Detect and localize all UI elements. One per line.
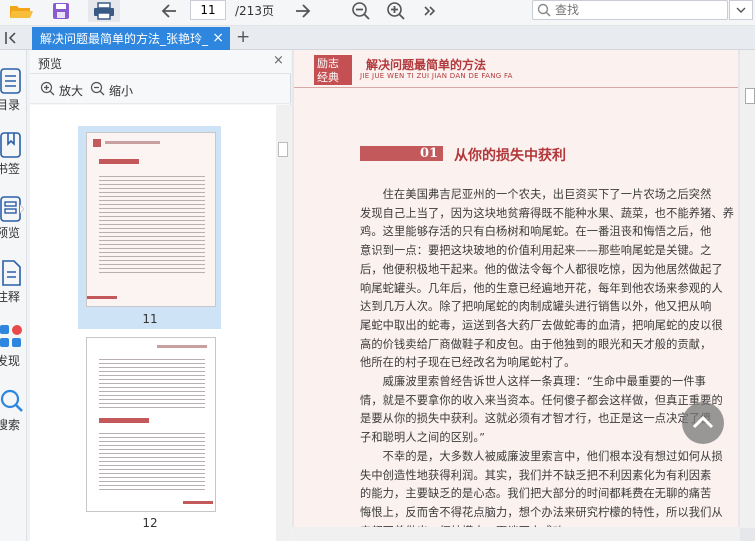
tab-bar: 解决问题最简单的方法_张艳玲_ × + — [0, 26, 755, 50]
search-icon — [537, 3, 551, 20]
body-line: 威廉波里索曾经告诉世人这样一条真理：“生命中最重要的一件事 — [360, 375, 706, 388]
panel-title: 预览 — [38, 57, 63, 71]
chevron-down-icon — [736, 3, 746, 17]
tab-title: 解决问题最简单的方法_张艳玲_ — [40, 32, 209, 46]
body-line: 的能力，主要缺乏的是心态。我们把大部分的时间都耗费在无聊的痛苦 — [360, 487, 712, 501]
bookmark-icon — [0, 132, 22, 161]
page-total: /213页 — [235, 4, 274, 18]
rail-label: 预览 — [0, 226, 21, 240]
rail-item-bookmark[interactable]: 书签 — [0, 132, 27, 176]
body-line: 后，他便积极地干起来。他的做法令每个人都很吃惊，因为他居然做起了 — [360, 262, 723, 276]
search-box[interactable] — [532, 0, 728, 20]
zoom-in-icon — [40, 81, 55, 99]
header-title: 解决问题最简单的方法 — [366, 58, 487, 72]
save-icon[interactable] — [48, 0, 74, 22]
rail-label: 搜索 — [0, 418, 21, 432]
main-toolbar: /213页 — [0, 0, 755, 26]
zoom-out-icon[interactable] — [350, 0, 372, 22]
document-viewer: 励志经典 解决问题最简单的方法 JIE JUE WEN TI ZUI JIAN … — [292, 50, 755, 541]
thumbnail-list: 11 12 — [30, 105, 276, 541]
rail-label: 目录 — [0, 98, 21, 112]
body-line: 他所在的村子现在已经改名为响尾蛇村了。 — [360, 356, 576, 370]
body-line: 响尾蛇罐头。几年后，他的生意已经遍地开花，每年到他农场来参观的人 — [360, 281, 723, 295]
zoom-row: 放大 缩小 — [30, 74, 291, 104]
page-number-input[interactable] — [190, 0, 226, 20]
rail-label: 发现 — [0, 354, 21, 368]
left-rail: 目录 书签 预览 注释 发现 搜索 — [0, 50, 27, 541]
rail-item-toc[interactable]: 目录 — [0, 68, 27, 112]
chapter-number: 01 — [420, 146, 439, 161]
print-icon[interactable] — [88, 0, 120, 22]
zoom-out-icon — [90, 81, 105, 99]
body-line: 住在美国弗吉尼亚州的一个农夫，出巨资买下了一片农场之后突然 — [360, 188, 712, 201]
tab-close-icon[interactable]: × — [212, 30, 224, 46]
body-line: 达到几万人次。除了把响尾蛇的肉制成罐头进行销售以外，他又把从响 — [360, 300, 712, 314]
toc-icon — [0, 68, 22, 97]
panel-header: 预览 × — [30, 50, 291, 74]
panel-close-icon[interactable]: × — [273, 53, 284, 68]
annotation-icon — [0, 260, 22, 289]
search-icon — [0, 388, 24, 417]
panel-scrollbar-thumb[interactable] — [278, 142, 288, 157]
forward-arrow-icon[interactable] — [292, 0, 314, 22]
new-tab-button[interactable]: + — [236, 27, 250, 47]
thumbnail-page-number: 11 — [142, 312, 158, 326]
tab-document[interactable]: 解决问题最简单的方法_张艳玲_ × — [32, 27, 230, 50]
rail-item-discover[interactable]: 发现 — [0, 324, 27, 368]
body-line: 失中创造性地获得利润。其实，我们并不缺乏把不利因素化为有利因素 — [360, 468, 712, 482]
document-vertical-scrollbar[interactable] — [740, 50, 755, 528]
preview-panel: 预览 × 放大 缩小 11 12 — [30, 50, 291, 541]
body-line: 鸡。这里能够存活的只有白杨树和响尾蛇。在一番沮丧和悔悟之后，他 — [360, 225, 712, 239]
body-line: 是要从你的损失中获利。这就必须有才智才行，也正是这一点决定了傻 — [360, 412, 712, 426]
body-line: 高的价钱卖给厂商做鞋子和皮包。由于他独到的眼光和天才般的贡献， — [360, 337, 712, 351]
back-arrow-icon[interactable] — [158, 0, 180, 22]
zoom-in-icon[interactable] — [385, 0, 407, 22]
body-line: 子和聪明人之间的区别。” — [360, 431, 485, 445]
zoom-out-label: 缩小 — [109, 83, 134, 98]
search-input[interactable] — [555, 2, 705, 18]
document-scrollbar-thumb[interactable] — [745, 88, 755, 104]
thumbnail-page-number: 12 — [142, 516, 158, 530]
body-line: 不幸的是，大多数人被威廉波里索言中，他们根本没有想过如何从损 — [360, 449, 723, 463]
folder-icon[interactable] — [6, 0, 36, 22]
body-line: 发现自己上当了，因为这块地贫瘠得既不能种水果、蔬菜，也不能养猪、养 — [360, 206, 735, 220]
rail-item-annotation[interactable]: 注释 — [0, 260, 27, 304]
body-line: 尾蛇中取出的蛇毒，运送到各大药厂去做蛇毒的血清，把响尾蛇的皮以很 — [360, 318, 723, 332]
header-pinyin: JIE JUE WEN TI ZUI JIAN DAN DE FANG FA — [360, 72, 513, 80]
thumbnail-page-11[interactable] — [86, 132, 216, 307]
rail-item-preview[interactable]: 预览 — [0, 196, 27, 240]
header-divider — [294, 87, 738, 88]
discover-icon — [0, 324, 24, 353]
body-line: 意识到一点：要把这块玻地的价值利用起来——那些响尾蛇是关键。之 — [360, 244, 712, 258]
rail-item-search[interactable]: 搜索 — [0, 388, 27, 432]
chapter-title: 从你的损失中获利 — [454, 148, 566, 164]
rail-label: 书签 — [0, 162, 21, 176]
body-line: 悔恨上，反而舍不得花点脑力，想个办法来研究柠檬的特性，所以我们从 — [360, 505, 723, 519]
rail-label: 注释 — [0, 290, 21, 304]
zoom-in-button[interactable]: 放大 — [40, 81, 83, 99]
series-logo: 励志经典 — [314, 55, 352, 85]
zoom-in-label: 放大 — [59, 83, 84, 98]
document-horizontal-scrollbar[interactable] — [292, 527, 740, 541]
double-chevron-icon[interactable] — [420, 0, 440, 22]
body-line: 情，就是不要拿你的收入来当资本。任何傻子都会这样做，但真正重要的 — [360, 393, 723, 407]
panel-scrollbar[interactable] — [276, 105, 291, 541]
preview-icon — [0, 196, 25, 225]
chevron-up-icon — [692, 415, 714, 432]
zoom-out-button[interactable]: 缩小 — [90, 81, 133, 99]
thumbnail-page-12[interactable] — [86, 337, 216, 512]
collapse-sidebar-button[interactable] — [2, 29, 20, 47]
document-page: 励志经典 解决问题最简单的方法 JIE JUE WEN TI ZUI JIAN … — [294, 50, 738, 527]
back-to-top-button[interactable] — [682, 402, 724, 444]
search-dropdown-button[interactable] — [729, 0, 753, 20]
page-header: 励志经典 解决问题最简单的方法 JIE JUE WEN TI ZUI JIAN … — [294, 50, 738, 88]
